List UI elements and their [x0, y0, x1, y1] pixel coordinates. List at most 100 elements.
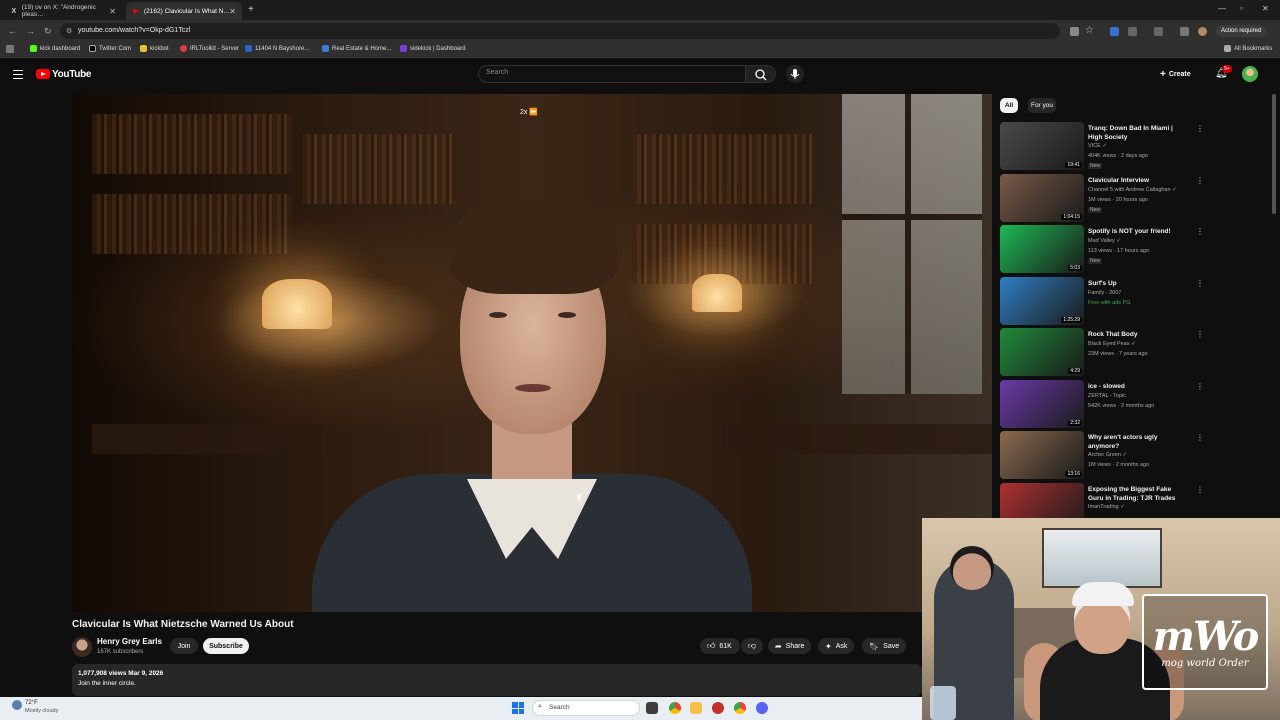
- extension-icon[interactable]: [1110, 27, 1119, 36]
- more-actions-icon[interactable]: ⋮: [1196, 330, 1204, 339]
- action-required-button[interactable]: Action required: [1216, 25, 1267, 37]
- menu-icon[interactable]: [13, 70, 23, 82]
- video-thumbnail[interactable]: 5:03: [1000, 225, 1084, 273]
- chrome-profile-icon[interactable]: [734, 702, 746, 714]
- like-button[interactable]: 👍︎ 61K: [700, 638, 740, 654]
- chip-for-you[interactable]: For you: [1028, 98, 1056, 113]
- url-field[interactable]: [60, 23, 1060, 39]
- more-actions-icon[interactable]: ⋮: [1196, 433, 1204, 442]
- close-window-icon[interactable]: ✕: [1262, 4, 1269, 13]
- close-tab-icon[interactable]: ✕: [229, 7, 236, 16]
- recommended-title[interactable]: Clavicular Interview: [1088, 176, 1188, 185]
- recommended-video[interactable]: 2:32 ice - slowed ZERTAL - Topic 542K views…: [1000, 379, 1204, 430]
- recommended-channel[interactable]: Channel 5 with Andrew Callaghan ✓: [1088, 187, 1177, 193]
- bookmark-real-estate[interactable]: Real Estate & Home...: [322, 45, 391, 52]
- more-actions-icon[interactable]: ⋮: [1196, 227, 1204, 236]
- all-bookmarks-folder[interactable]: All Bookmarks: [1224, 45, 1272, 52]
- video-thumbnail[interactable]: 2:32: [1000, 379, 1084, 428]
- recommended-video[interactable]: 13:16 Why aren't actors ugly anymore? Arch…: [1000, 431, 1204, 481]
- more-actions-icon[interactable]: ⋮: [1196, 176, 1204, 185]
- recommended-channel[interactable]: Black Eyed Peas ✓: [1088, 341, 1136, 347]
- recommended-video[interactable]: 1:25:29 Surf's Up Family · 2007 Free with a…: [1000, 276, 1204, 327]
- video-thumbnail[interactable]: 4:29: [1000, 328, 1084, 376]
- more-actions-icon[interactable]: ⋮: [1196, 382, 1204, 391]
- recommended-video[interactable]: 1:04:15 Clavicular Interview Channel 5 wit…: [1000, 173, 1204, 224]
- tab-x-post[interactable]: X (19) υv on X: "Androgenic pleas… ✕: [4, 2, 122, 20]
- video-thumbnail[interactable]: 19:41: [1000, 122, 1084, 170]
- youtube-logo-text[interactable]: YouTube: [52, 69, 92, 80]
- recommended-channel[interactable]: Family · 2007: [1088, 290, 1121, 296]
- recommended-video[interactable]: 4:29 Rock That Body Black Eyed Peas ✓ 23M v…: [1000, 328, 1204, 378]
- apps-grid-icon[interactable]: [6, 45, 14, 53]
- maximize-icon[interactable]: ▫: [1240, 4, 1243, 13]
- chip-all[interactable]: All: [1000, 98, 1018, 113]
- bookmark-irltoolkit[interactable]: IRLToolkit - Server: [180, 45, 239, 52]
- recommended-video[interactable]: 19:41 Tranq: Down Bad In Miami | High Soc…: [1000, 122, 1204, 172]
- profile-sync-icon[interactable]: [1180, 27, 1189, 36]
- voice-search-button[interactable]: [786, 65, 804, 83]
- recommended-channel[interactable]: ZERTAL - Topic: [1088, 393, 1126, 399]
- tab-youtube-video[interactable]: ▶ (2162) Clavicular Is What N… ✕: [126, 2, 242, 20]
- discord-icon[interactable]: [756, 702, 768, 714]
- close-tab-icon[interactable]: ✕: [109, 7, 116, 16]
- join-button[interactable]: Join: [170, 638, 198, 654]
- bookmark-twitter[interactable]: Twitter Com: [89, 45, 131, 52]
- youtube-logo-icon[interactable]: [36, 69, 50, 79]
- recommended-title[interactable]: ice - slowed: [1088, 382, 1188, 391]
- weather-cloud-icon[interactable]: [12, 700, 22, 710]
- forward-icon[interactable]: →: [26, 26, 35, 36]
- recommended-title[interactable]: Exposing the Biggest Fake Guru in Tradin…: [1088, 485, 1188, 503]
- search-input[interactable]: [478, 65, 746, 83]
- dislike-button[interactable]: 👎︎: [741, 638, 763, 654]
- recommended-channel[interactable]: Archer Green ✓: [1088, 452, 1127, 458]
- file-explorer-icon[interactable]: [690, 702, 702, 714]
- extensions-puzzle-icon[interactable]: [1128, 27, 1137, 36]
- site-info-icon[interactable]: ⚙: [66, 27, 72, 35]
- recommended-channel[interactable]: VICE ✓: [1088, 143, 1107, 149]
- description-box[interactable]: [72, 664, 922, 696]
- weather-temperature[interactable]: 72°F: [25, 700, 38, 706]
- bookmark-star-icon[interactable]: ☆: [1085, 25, 1094, 36]
- task-view-icon[interactable]: [646, 702, 658, 714]
- share-button[interactable]: ➦ Share: [768, 638, 812, 654]
- new-tab-icon[interactable]: +: [248, 4, 254, 15]
- video-thumbnail[interactable]: 13:16: [1000, 431, 1084, 479]
- search-button[interactable]: [746, 65, 776, 83]
- create-button[interactable]: + Create: [1160, 67, 1191, 81]
- recommended-title[interactable]: Rock That Body: [1088, 330, 1188, 339]
- page-scrollbar[interactable]: [1272, 94, 1276, 214]
- video-thumbnail[interactable]: 1:04:15: [1000, 173, 1084, 222]
- profile-avatar-icon[interactable]: [1198, 27, 1207, 36]
- chrome-icon[interactable]: [669, 702, 681, 714]
- app-icon[interactable]: [712, 702, 724, 714]
- minimize-icon[interactable]: —: [1218, 4, 1226, 13]
- reload-icon[interactable]: ↻: [44, 26, 52, 37]
- recommended-title[interactable]: Surf's Up: [1088, 279, 1188, 288]
- windows-start-icon[interactable]: [512, 702, 524, 714]
- recommended-channel[interactable]: Mad Valley ✓: [1088, 238, 1121, 244]
- bookmark-kickbot[interactable]: kickbot: [140, 45, 169, 52]
- more-actions-icon[interactable]: ⋮: [1196, 485, 1204, 494]
- save-button[interactable]: 🔖︎ Save: [862, 638, 907, 654]
- channel-avatar[interactable]: [72, 637, 92, 657]
- bookmark-kick-dashboard[interactable]: kick dashboard: [30, 45, 80, 52]
- video-thumbnail[interactable]: 1:25:29: [1000, 276, 1084, 325]
- subscribe-button[interactable]: Subscribe: [203, 638, 249, 654]
- url-text[interactable]: youtube.com/watch?v=Okp-dG1Tczl: [78, 27, 190, 34]
- recommended-title[interactable]: Tranq: Down Bad In Miami | High Society: [1088, 124, 1188, 142]
- back-icon[interactable]: ←: [8, 26, 17, 36]
- bookmark-sidekick[interactable]: sidekick | Dashboard: [400, 45, 466, 52]
- ask-button[interactable]: ✦ Ask: [818, 638, 855, 654]
- more-actions-icon[interactable]: ⋮: [1196, 279, 1204, 288]
- recommended-title[interactable]: Why aren't actors ugly anymore?: [1088, 433, 1188, 451]
- recommended-video[interactable]: 5:03 Spotify is NOT your friend! Mad Valle…: [1000, 225, 1204, 275]
- recommended-title[interactable]: Spotify is NOT your friend!: [1088, 227, 1188, 236]
- recommended-channel[interactable]: ImanTrading ✓: [1088, 504, 1125, 510]
- side-panel-icon[interactable]: [1154, 27, 1163, 36]
- install-app-icon[interactable]: [1070, 27, 1079, 36]
- more-actions-icon[interactable]: ⋮: [1196, 124, 1204, 133]
- bookmark-bayshore[interactable]: 11404 N Bayshore...: [245, 45, 309, 52]
- account-avatar[interactable]: [1242, 66, 1258, 82]
- video-player[interactable]: [72, 94, 992, 612]
- channel-name[interactable]: Henry Grey Earls: [97, 637, 162, 646]
